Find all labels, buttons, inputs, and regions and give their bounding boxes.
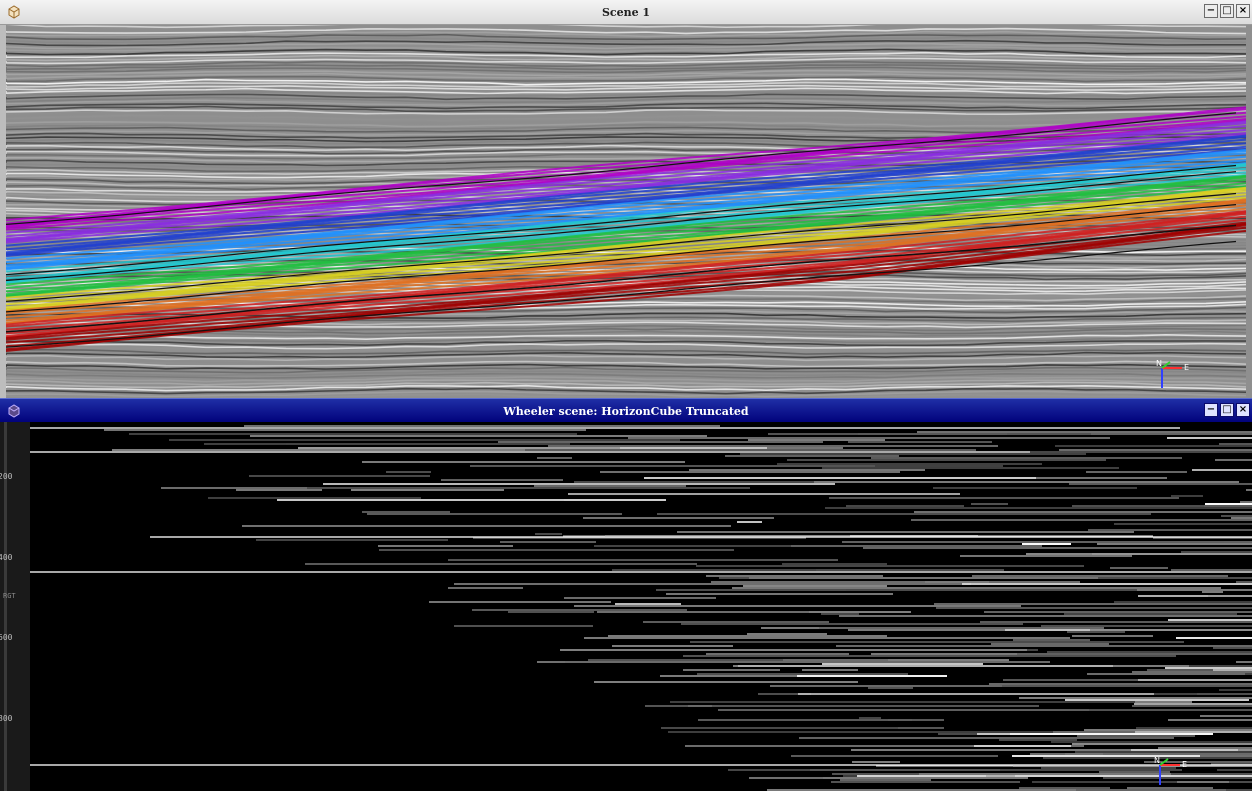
compass-north-label: N xyxy=(1154,756,1160,765)
seismic-section-image xyxy=(6,25,1247,398)
close-button[interactable]: × xyxy=(1236,403,1250,417)
axis-tick-label: 200 xyxy=(0,472,13,481)
minimize-button[interactable]: − xyxy=(1204,4,1218,18)
wheeler-diagram-image xyxy=(30,425,1252,791)
axis-tick-label: 600 xyxy=(0,633,13,642)
wheeler-titlebar[interactable]: Wheeler scene: HorizonCube Truncated − □… xyxy=(0,398,1252,423)
maximize-button[interactable]: □ xyxy=(1220,403,1234,417)
close-button[interactable]: × xyxy=(1236,4,1250,18)
axis-tick-label: 400 xyxy=(0,553,13,562)
wheeler-viewport[interactable]: N E xyxy=(30,422,1252,791)
orientation-axes-icon: N E xyxy=(1154,756,1187,785)
axis-tick-label: 800 xyxy=(0,714,13,723)
wheeler-scene-window[interactable]: Wheeler scene: HorizonCube Truncated − □… xyxy=(0,398,1252,791)
minimize-button[interactable]: − xyxy=(1204,403,1218,417)
cube-icon[interactable] xyxy=(6,403,22,419)
maximize-button[interactable]: □ xyxy=(1220,4,1234,18)
orientation-axes-icon: N E xyxy=(1156,359,1189,388)
wheeler-axis-panel: 200 400 600 800 RGT xyxy=(0,422,31,791)
scene-1-window[interactable]: Scene 1 − □ × N E xyxy=(0,0,1252,398)
axis-name-label: RGT xyxy=(3,592,16,600)
seismic-3d-viewport[interactable]: N E xyxy=(6,25,1252,398)
window-title: Scene 1 xyxy=(601,5,651,19)
compass-north-label: N xyxy=(1156,359,1162,368)
cube-icon[interactable] xyxy=(6,4,22,20)
compass-east-label: E xyxy=(1184,363,1189,372)
window-title: Wheeler scene: HorizonCube Truncated xyxy=(503,404,749,418)
scene-1-titlebar[interactable]: Scene 1 − □ × xyxy=(0,0,1252,25)
compass-east-label: E xyxy=(1182,760,1187,769)
